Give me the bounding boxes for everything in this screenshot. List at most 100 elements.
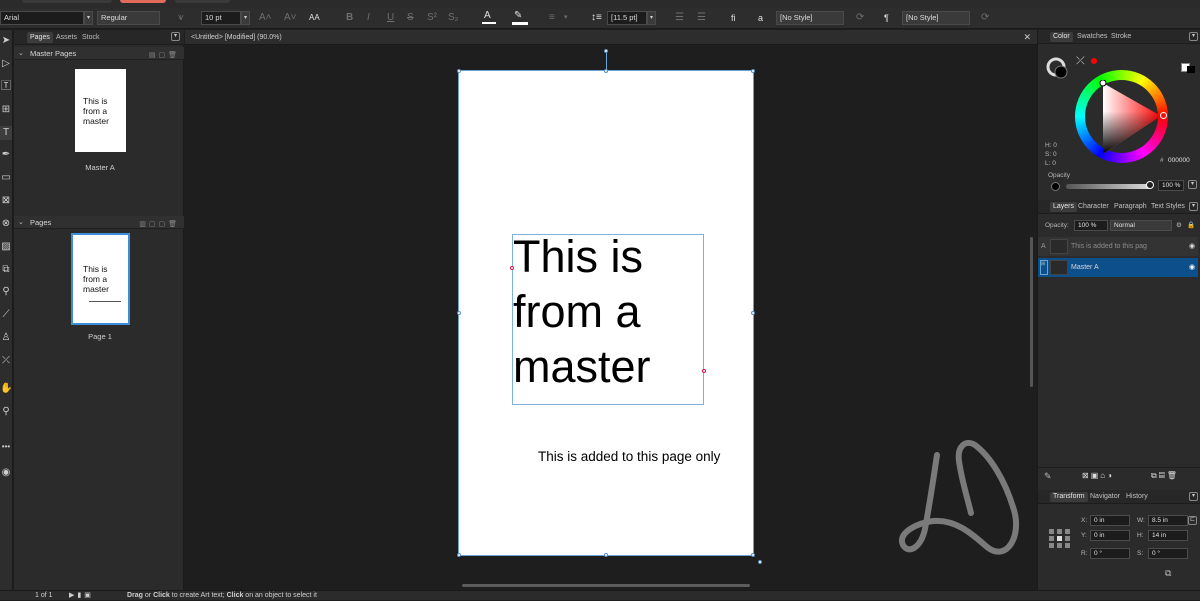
document-tab[interactable]: <Untitled> [Modified] (90.0%) ✕ bbox=[185, 30, 1037, 45]
fill-tool-icon[interactable]: ⟋ bbox=[0, 308, 12, 322]
rotation-field[interactable]: 0 ° bbox=[1090, 548, 1130, 559]
tab-color[interactable]: Color bbox=[1050, 32, 1073, 42]
vector-crop-icon[interactable]: ♙ bbox=[0, 331, 12, 345]
active-window-tab-pill[interactable] bbox=[120, 0, 166, 3]
tab-assets[interactable]: Assets bbox=[53, 32, 80, 43]
grow-font-icon[interactable]: A˄ bbox=[259, 11, 272, 25]
ellipse-frame-tool-icon[interactable]: ⊗ bbox=[0, 217, 12, 231]
italic-button[interactable]: I bbox=[367, 11, 370, 25]
recent-color-dot[interactable] bbox=[1091, 58, 1097, 64]
window-tab-pill[interactable] bbox=[22, 0, 112, 3]
master-page-thumbnail[interactable]: This is from a master bbox=[75, 69, 126, 152]
layers-scrollbar[interactable] bbox=[1030, 237, 1033, 387]
transparency-tool-icon[interactable]: ⚲ bbox=[0, 285, 12, 299]
paragraph-style-select[interactable]: [No Style] bbox=[902, 11, 970, 25]
picture-frame-tool-icon[interactable]: ⊠ bbox=[0, 194, 12, 208]
character-style-select[interactable]: [No Style] bbox=[776, 11, 844, 25]
numbered-list-icon[interactable]: ☰ bbox=[697, 11, 706, 25]
tab-history[interactable]: History bbox=[1123, 492, 1151, 502]
master-page-actions[interactable]: ▤▢🗑 bbox=[149, 49, 180, 62]
sync-style-icon[interactable]: ⟳ bbox=[856, 11, 864, 25]
leading-icon[interactable]: ↕≡ bbox=[591, 11, 602, 25]
opacity-dropdown-icon[interactable]: ▾ bbox=[1188, 180, 1197, 189]
collapse-chevron-icon[interactable]: ⌄ bbox=[18, 216, 24, 229]
layer-opacity-field[interactable]: 100 % bbox=[1074, 220, 1108, 231]
blend-mode-select[interactable]: Normal bbox=[1110, 220, 1172, 231]
pages-header[interactable]: ⌄ Pages ▥▢▢🗑 bbox=[14, 216, 184, 229]
node-tool-icon[interactable]: ▷ bbox=[0, 57, 12, 71]
panel-menu-icon[interactable]: ▾ bbox=[1189, 492, 1198, 501]
tab-stock[interactable]: Stock bbox=[79, 32, 103, 43]
resize-handle[interactable] bbox=[604, 553, 608, 557]
anchor-point-grid[interactable] bbox=[1048, 528, 1072, 550]
layer-actions-icons[interactable]: ⧉▤🗑 bbox=[1151, 471, 1179, 481]
fill-stroke-icon[interactable] bbox=[1046, 56, 1078, 82]
panel-menu-icon[interactable]: ▾ bbox=[1189, 32, 1198, 41]
place-image-tool-icon[interactable]: ▨ bbox=[0, 240, 12, 254]
width-field[interactable]: 8.5 in bbox=[1148, 515, 1188, 526]
shrink-font-icon[interactable]: A˅ bbox=[284, 11, 297, 25]
layer-row[interactable]: A This is added to this pag ◉ bbox=[1038, 237, 1198, 256]
master-pages-header[interactable]: ⌄ Master Pages ▤▢🗑 bbox=[14, 47, 184, 60]
ligatures-button[interactable]: fi bbox=[731, 11, 736, 25]
horizontal-scrollbar[interactable] bbox=[462, 584, 750, 587]
visibility-eye-icon[interactable]: ◉ bbox=[1189, 258, 1195, 277]
move-tool-icon[interactable]: ➤ bbox=[0, 34, 12, 48]
artistic-text-tool-icon[interactable]: T bbox=[0, 126, 12, 140]
collapse-chevron-icon[interactable]: ⌄ bbox=[18, 47, 24, 60]
resize-handle[interactable] bbox=[457, 311, 461, 315]
resize-handle[interactable] bbox=[751, 311, 755, 315]
leading-field[interactable]: [11.5 pt] bbox=[607, 11, 647, 25]
close-document-icon[interactable]: ✕ bbox=[1023, 30, 1031, 45]
align-icon[interactable]: ≡ bbox=[549, 11, 555, 25]
tab-transform[interactable]: Transform bbox=[1050, 492, 1088, 502]
tab-swatches[interactable]: Swatches bbox=[1074, 32, 1110, 42]
zoom-tool-icon[interactable]: ⚲ bbox=[0, 405, 12, 419]
hue-marker[interactable] bbox=[1160, 112, 1167, 119]
opacity-slider-knob[interactable] bbox=[1146, 181, 1154, 189]
tab-pages[interactable]: Pages bbox=[27, 32, 53, 43]
edit-layer-icon[interactable]: ✎ bbox=[1044, 471, 1052, 482]
page-only-text[interactable]: This is added to this page only bbox=[538, 449, 720, 464]
more-tools-icon[interactable]: ••• bbox=[0, 440, 12, 454]
align-dropdown-icon[interactable]: ▾ bbox=[564, 11, 568, 25]
height-field[interactable]: 14 in bbox=[1148, 530, 1188, 541]
shear-field[interactable]: 0 ° bbox=[1148, 548, 1188, 559]
layer-settings-icon[interactable]: ⚙ bbox=[1176, 221, 1182, 229]
y-field[interactable]: 0 in bbox=[1090, 530, 1130, 541]
frame-text-tool-icon[interactable]: 🅃 bbox=[0, 80, 12, 94]
resize-handle[interactable] bbox=[751, 553, 755, 557]
eyedropper-icon[interactable]: ⤫ bbox=[1076, 55, 1085, 68]
tab-character[interactable]: Character bbox=[1075, 202, 1112, 212]
panel-menu-icon[interactable]: ▾ bbox=[1189, 202, 1198, 211]
transform-options-icon[interactable]: ⧉ bbox=[1165, 568, 1171, 579]
pen-tool-icon[interactable]: ✒ bbox=[0, 148, 12, 162]
bullet-list-icon[interactable]: ☰ bbox=[675, 11, 684, 25]
tab-layers[interactable]: Layers bbox=[1050, 202, 1078, 212]
superscript-button[interactable]: S² bbox=[427, 11, 437, 25]
font-family-dropdown-icon[interactable]: ▾ bbox=[84, 11, 93, 25]
layer-effects-icons[interactable]: ⊠▣⌂◑ bbox=[1082, 471, 1114, 480]
font-size-dropdown-icon[interactable]: ▾ bbox=[241, 11, 250, 25]
crop-tool-icon[interactable]: ⧉ bbox=[0, 263, 12, 277]
resize-handle[interactable] bbox=[751, 69, 755, 73]
resize-handle[interactable] bbox=[457, 69, 461, 73]
tab-stroke[interactable]: Stroke bbox=[1108, 32, 1134, 42]
rectangle-tool-icon[interactable]: ▭ bbox=[0, 171, 12, 185]
resize-handle[interactable] bbox=[758, 560, 762, 564]
master-text[interactable]: This is from a master bbox=[513, 229, 703, 394]
hex-value[interactable]: 000000 bbox=[1168, 157, 1190, 164]
tab-text-styles[interactable]: Text Styles bbox=[1148, 202, 1188, 212]
font-style-select[interactable]: Regular bbox=[97, 11, 160, 25]
resize-handle[interactable] bbox=[457, 553, 461, 557]
font-size-field[interactable]: 10 pt bbox=[201, 11, 241, 25]
opacity-slider[interactable] bbox=[1066, 184, 1151, 189]
table-tool-icon[interactable]: ⊞ bbox=[0, 103, 12, 117]
tab-navigator[interactable]: Navigator bbox=[1087, 492, 1123, 502]
page-actions[interactable]: ▥▢▢🗑 bbox=[139, 218, 180, 231]
text-color-icon[interactable]: A bbox=[482, 9, 496, 24]
font-traits-icon[interactable]: ⩛ bbox=[178, 11, 184, 25]
leading-dropdown-icon[interactable]: ▾ bbox=[647, 11, 656, 25]
tab-paragraph[interactable]: Paragraph bbox=[1111, 202, 1150, 212]
color-picker-tool-icon[interactable]: ⤫ bbox=[0, 354, 12, 368]
